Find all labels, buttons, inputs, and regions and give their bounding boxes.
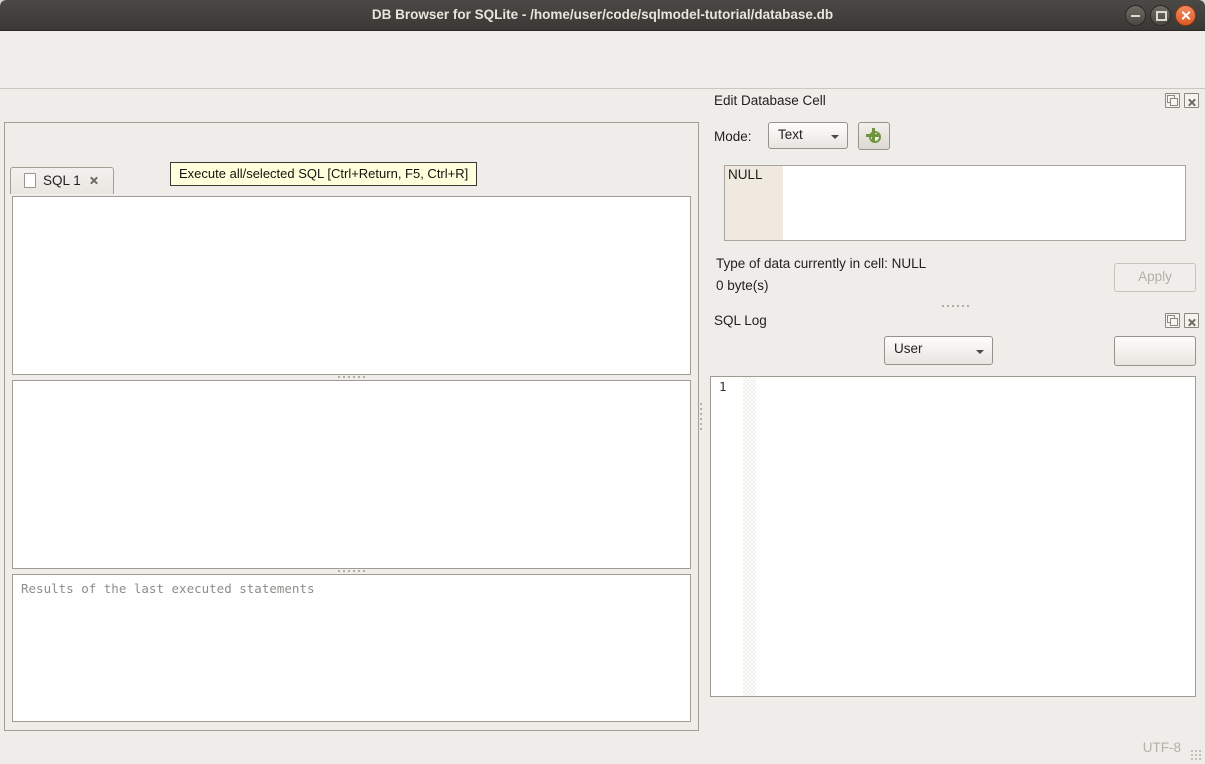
splitter-docks[interactable] — [706, 303, 1205, 308]
execute-sql-panel: SQL 1 Results of the last executed state… — [4, 122, 699, 731]
clear-button[interactable] — [1114, 336, 1196, 366]
encoding-label: UTF-8 — [1142, 740, 1181, 755]
maximize-icon[interactable] — [1150, 5, 1171, 26]
menu-bar — [0, 31, 1205, 54]
import-export-button[interactable] — [858, 122, 890, 150]
sql-log-view[interactable]: 1 — [710, 376, 1196, 697]
close-icon — [1185, 316, 1196, 327]
mode-select[interactable]: Text — [768, 122, 848, 149]
mode-value: Text — [778, 127, 803, 142]
sql-editor[interactable] — [12, 196, 691, 375]
float-icon — [1166, 94, 1179, 107]
edit-cell-dock-title: Edit Database Cell — [714, 93, 826, 108]
results-placeholder: Results of the last executed statements — [21, 581, 315, 596]
dock-area: Edit Database Cell Mode: Text NULL Type … — [706, 89, 1205, 733]
minimize-icon[interactable] — [1125, 5, 1146, 26]
float-icon — [1166, 314, 1179, 327]
cell-type-info: Type of data currently in cell: NULL — [716, 256, 927, 271]
float-icon[interactable] — [1165, 313, 1180, 328]
float-icon[interactable] — [1165, 93, 1180, 108]
cell-value-area[interactable] — [783, 166, 1185, 240]
status-bar: UTF-8 — [0, 733, 1205, 764]
sql-tab-label: SQL 1 — [43, 173, 81, 188]
log-fold-margin — [743, 377, 756, 696]
splitter-main-vertical[interactable] — [700, 402, 702, 430]
log-text-area — [756, 377, 1195, 696]
sql-editor-tab-bar: SQL 1 — [10, 167, 114, 196]
window-controls — [1125, 5, 1196, 26]
close-dock-icon[interactable] — [1184, 93, 1199, 108]
mode-label: Mode: — [714, 129, 752, 144]
sql-file-icon — [23, 173, 36, 188]
cell-value-editor[interactable]: NULL — [724, 165, 1186, 241]
results-message-pane: Results of the last executed statements — [12, 574, 691, 722]
close-tab-icon[interactable] — [88, 174, 101, 187]
resize-grip-icon[interactable] — [1190, 749, 1202, 761]
log-filter-value: User — [894, 341, 923, 356]
app-window: DB Browser for SQLite - /home/user/code/… — [0, 0, 1205, 764]
cell-value: NULL — [725, 166, 783, 240]
splitter-results-messages[interactable] — [12, 568, 691, 573]
tab-sql-1[interactable]: SQL 1 — [10, 167, 114, 194]
sql-log-dock-buttons — [1165, 313, 1199, 328]
main-toolbar — [0, 54, 1205, 89]
close-icon[interactable] — [1175, 5, 1196, 26]
log-filter-select[interactable]: User — [884, 336, 993, 365]
results-grid — [12, 380, 691, 569]
close-dock-icon[interactable] — [1184, 313, 1199, 328]
log-line-number: 1 — [719, 379, 727, 394]
tooltip: Execute all/selected SQL [Ctrl+Return, F… — [170, 162, 478, 186]
edit-cell-dock-buttons — [1165, 93, 1199, 108]
cell-size-info: 0 byte(s) — [716, 278, 769, 293]
splitter-editor-results[interactable] — [12, 374, 691, 379]
title-bar[interactable]: DB Browser for SQLite - /home/user/code/… — [0, 0, 1205, 31]
window-title: DB Browser for SQLite - /home/user/code/… — [371, 7, 834, 22]
close-icon — [1185, 96, 1196, 107]
gear-icon — [865, 127, 883, 145]
apply-button: Apply — [1114, 263, 1196, 292]
sql-log-dock-title: SQL Log — [714, 313, 767, 328]
